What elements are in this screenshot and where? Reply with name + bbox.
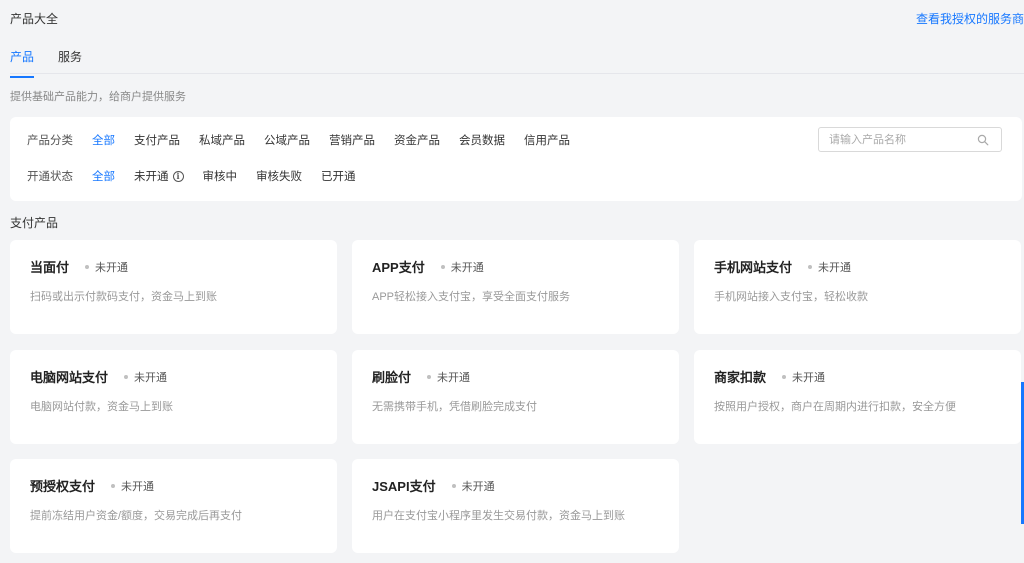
authorized-providers-link[interactable]: 查看我授权的服务商 xyxy=(916,10,1024,27)
card-description: 手机网站接入支付宝，轻松收款 xyxy=(714,291,868,303)
status-dot-icon xyxy=(808,264,813,269)
card-status: 未开通 xyxy=(437,371,471,384)
status-dot-icon xyxy=(782,374,787,379)
search-icon[interactable] xyxy=(977,134,989,146)
card-description: 无需携带手机，凭借刷脸完成支付 xyxy=(372,401,537,413)
card-title-row: 当面付 未开通 xyxy=(30,257,128,276)
card-description: 提前冻结用户资金/额度，交易完成后再支付 xyxy=(30,510,243,522)
status-filter-label: 开通状态 xyxy=(27,171,73,183)
status-dot-icon xyxy=(85,264,90,269)
page-description: 提供基础产品能力，给商户提供服务 xyxy=(10,91,186,103)
card-name: 预授权支付 xyxy=(30,479,96,494)
page-title: 产品大全 xyxy=(10,12,59,26)
card-description: APP轻松接入支付宝，享受全面支付服务 xyxy=(372,291,571,303)
status-option-activated[interactable]: 已开通 xyxy=(321,168,356,184)
category-option-all[interactable]: 全部 xyxy=(92,132,115,148)
status-dot-icon xyxy=(124,374,129,379)
card-title-row: 电脑网站支付 未开通 xyxy=(30,367,167,386)
card-description: 按照用户授权，商户在周期内进行扣款，安全方便 xyxy=(714,401,956,413)
card-name: 刷脸付 xyxy=(372,370,412,385)
product-card-jsapi-pay[interactable]: JSAPI支付 未开通 用户在支付宝小程序里发生交易付款，资金马上到账 xyxy=(352,459,679,553)
status-option-review-failed[interactable]: 审核失败 xyxy=(256,168,302,184)
status-option-not-activated-label: 未开通 xyxy=(134,171,169,183)
product-card-app-pay[interactable]: APP支付 未开通 APP轻松接入支付宝，享受全面支付服务 xyxy=(352,240,679,334)
page-header: 产品大全 查看我授权的服务商 xyxy=(10,0,1024,36)
card-title-row: 手机网站支付 未开通 xyxy=(714,257,851,276)
card-description: 电脑网站付款，资金马上到账 xyxy=(30,401,173,413)
card-name: 当面付 xyxy=(30,260,70,275)
category-filter-row: 产品分类 全部 支付产品 私域产品 公域产品 营销产品 资金产品 会员数据 信用… xyxy=(27,130,589,150)
status-dot-icon xyxy=(111,483,116,488)
product-card-face-to-face[interactable]: 当面付 未开通 扫码或出示付款码支付，资金马上到账 xyxy=(10,240,337,334)
card-status: 未开通 xyxy=(95,261,129,274)
status-dot-icon xyxy=(427,374,432,379)
status-option-reviewing[interactable]: 审核中 xyxy=(203,168,238,184)
card-status: 未开通 xyxy=(461,480,495,493)
card-status: 未开通 xyxy=(121,480,155,493)
status-filter-row: 开通状态 全部 未开通 i 审核中 审核失败 已开通 xyxy=(27,166,375,186)
status-option-not-activated[interactable]: 未开通 i xyxy=(134,168,184,184)
category-option-member-data[interactable]: 会员数据 xyxy=(459,132,505,148)
info-icon[interactable]: i xyxy=(172,170,184,182)
tab-divider xyxy=(10,73,1024,74)
card-title-row: APP支付 未开通 xyxy=(372,257,484,276)
card-name: APP支付 xyxy=(372,260,425,275)
product-card-pre-authorization[interactable]: 预授权支付 未开通 提前冻结用户资金/额度，交易完成后再支付 xyxy=(10,459,337,553)
card-status: 未开通 xyxy=(818,261,852,274)
card-name: 电脑网站支付 xyxy=(30,370,109,385)
status-dot-icon xyxy=(440,264,445,269)
product-search-box xyxy=(818,127,1002,152)
card-status: 未开通 xyxy=(450,261,484,274)
product-card-pc-web-pay[interactable]: 电脑网站支付 未开通 电脑网站付款，资金马上到账 xyxy=(10,350,337,444)
product-card-face-pay[interactable]: 刷脸付 未开通 无需携带手机，凭借刷脸完成支付 xyxy=(352,350,679,444)
section-title-payment: 支付产品 xyxy=(10,216,59,230)
filter-panel: 产品分类 全部 支付产品 私域产品 公域产品 营销产品 资金产品 会员数据 信用… xyxy=(10,117,1022,201)
status-option-all[interactable]: 全部 xyxy=(92,168,115,184)
category-option-payment[interactable]: 支付产品 xyxy=(134,132,180,148)
category-option-public-domain[interactable]: 公域产品 xyxy=(264,132,310,148)
card-title-row: 商家扣款 未开通 xyxy=(714,367,825,386)
card-title-row: 预授权支付 未开通 xyxy=(30,476,154,495)
card-description: 扫码或出示付款码支付，资金马上到账 xyxy=(30,291,217,303)
product-search-input[interactable] xyxy=(819,128,969,151)
card-status: 未开通 xyxy=(134,371,168,384)
category-option-private-domain[interactable]: 私域产品 xyxy=(199,132,245,148)
category-option-marketing[interactable]: 营销产品 xyxy=(329,132,375,148)
card-title-row: 刷脸付 未开通 xyxy=(372,367,470,386)
product-card-mobile-web-pay[interactable]: 手机网站支付 未开通 手机网站接入支付宝，轻松收款 xyxy=(694,240,1021,334)
card-title-row: JSAPI支付 未开通 xyxy=(372,476,495,495)
card-name: 商家扣款 xyxy=(714,370,767,385)
tab-bar: 产品 服务 xyxy=(10,40,1024,78)
card-name: 手机网站支付 xyxy=(714,260,793,275)
product-card-merchant-deduction[interactable]: 商家扣款 未开通 按照用户授权，商户在周期内进行扣款，安全方便 xyxy=(694,350,1021,444)
card-description: 用户在支付宝小程序里发生交易付款，资金马上到账 xyxy=(372,510,625,522)
category-option-funds[interactable]: 资金产品 xyxy=(394,132,440,148)
card-name: JSAPI支付 xyxy=(372,479,436,494)
card-status: 未开通 xyxy=(792,371,826,384)
category-option-credit[interactable]: 信用产品 xyxy=(524,132,570,148)
category-filter-label: 产品分类 xyxy=(27,135,73,147)
status-dot-icon xyxy=(451,483,456,488)
tab-services[interactable]: 服务 xyxy=(58,48,82,76)
